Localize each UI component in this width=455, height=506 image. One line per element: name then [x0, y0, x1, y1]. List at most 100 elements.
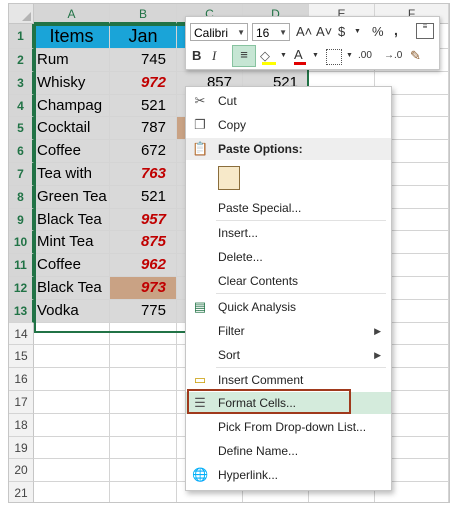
chevron-down-icon[interactable]: ▼: [280, 47, 287, 65]
cell-b10[interactable]: 875: [110, 231, 177, 255]
column-header-b[interactable]: B: [110, 4, 177, 24]
cell-a19[interactable]: [34, 436, 110, 460]
cell-a3[interactable]: Whisky: [34, 71, 110, 95]
cell-b4[interactable]: 521: [110, 94, 177, 118]
row-header-13[interactable]: 13: [9, 299, 34, 323]
row-header-12[interactable]: 12: [9, 277, 34, 300]
cell-a6[interactable]: Coffee: [34, 140, 110, 163]
cell-a14[interactable]: [34, 322, 110, 346]
cell-a5[interactable]: Cocktail: [34, 117, 110, 141]
cell-b16[interactable]: [110, 368, 177, 391]
cell-a17[interactable]: [34, 391, 110, 414]
cell-b5[interactable]: 787: [110, 117, 177, 141]
menu-item-pick-from-list[interactable]: Pick From Drop-down List...: [186, 416, 391, 438]
bold-button[interactable]: B: [192, 47, 201, 65]
menu-item-insert[interactable]: Insert...: [186, 222, 391, 244]
chevron-down-icon[interactable]: ▼: [354, 23, 361, 41]
cell-b20[interactable]: [110, 459, 177, 483]
row-header-7[interactable]: 7: [9, 163, 34, 186]
font-size-box[interactable]: 16 ▼: [252, 23, 290, 41]
menu-item-quick-analysis[interactable]: ▤ Quick Analysis: [186, 296, 391, 318]
cell-b13[interactable]: 775: [110, 299, 177, 323]
row-header-11[interactable]: 11: [9, 254, 34, 277]
increase-decimal-icon[interactable]: .00: [358, 47, 372, 65]
currency-button[interactable]: $: [338, 23, 345, 41]
row-header-18[interactable]: 18: [9, 413, 34, 437]
italic-button[interactable]: I: [212, 47, 216, 65]
cell-b8[interactable]: 521: [110, 185, 177, 209]
decrease-font-icon[interactable]: A˅: [316, 23, 332, 41]
row-header-3[interactable]: 3: [9, 71, 34, 95]
align-center-icon[interactable]: ≡: [232, 45, 256, 67]
row-header-20[interactable]: 20: [9, 459, 34, 483]
cell-b1[interactable]: Jan: [110, 24, 177, 49]
cell-a1[interactable]: Items: [34, 24, 110, 49]
row-header-16[interactable]: 16: [9, 368, 34, 391]
menu-item-filter[interactable]: Filter ▶: [186, 320, 391, 342]
row-header-8[interactable]: 8: [9, 185, 34, 209]
cell-b3[interactable]: 972: [110, 71, 177, 95]
row-header-19[interactable]: 19: [9, 436, 34, 460]
row-header-14[interactable]: 14: [9, 322, 34, 346]
decrease-decimal-icon[interactable]: →.0: [384, 47, 402, 65]
cell-a18[interactable]: [34, 413, 110, 437]
row-header-2[interactable]: 2: [9, 49, 34, 72]
menu-item-cut[interactable]: ✂ Cut: [186, 90, 391, 112]
row-header-9[interactable]: 9: [9, 208, 34, 232]
cell-a7[interactable]: Tea with: [34, 163, 110, 186]
menu-item-copy[interactable]: ❐ Copy: [186, 114, 391, 136]
cell-a11[interactable]: Coffee: [34, 254, 110, 277]
cell-a12[interactable]: Black Tea: [34, 277, 110, 300]
row-header-6[interactable]: 6: [9, 140, 34, 163]
cell-b18[interactable]: [110, 413, 177, 437]
cell-a21[interactable]: [34, 482, 110, 502]
menu-item-hyperlink[interactable]: 🌐 Hyperlink...: [186, 464, 391, 486]
cell-b7[interactable]: 763: [110, 163, 177, 186]
column-header-a[interactable]: A: [34, 4, 110, 24]
cell-b17[interactable]: [110, 391, 177, 414]
menu-item-sort[interactable]: Sort ▶: [186, 344, 391, 366]
format-table-icon[interactable]: ≡: [416, 23, 434, 39]
percent-button[interactable]: %: [372, 23, 384, 41]
chevron-down-icon[interactable]: ▼: [346, 47, 353, 65]
cell-b15[interactable]: [110, 345, 177, 369]
menu-item-delete[interactable]: Delete...: [186, 246, 391, 268]
row-header-10[interactable]: 10: [9, 231, 34, 255]
row-header-17[interactable]: 17: [9, 391, 34, 414]
cell-a15[interactable]: [34, 345, 110, 369]
menu-item-paste-special[interactable]: Paste Special...: [186, 197, 391, 219]
cell-b9[interactable]: 957: [110, 208, 177, 232]
cell-a4[interactable]: Champag: [34, 94, 110, 118]
select-all-corner[interactable]: [9, 4, 34, 24]
row-header-15[interactable]: 15: [9, 345, 34, 369]
row-header-21[interactable]: 21: [9, 482, 34, 502]
menu-item-insert-comment[interactable]: ▭ Insert Comment: [186, 369, 391, 391]
borders-icon[interactable]: [326, 49, 342, 65]
format-painter-icon[interactable]: ✎: [410, 47, 421, 65]
cell-a2[interactable]: Rum: [34, 49, 110, 72]
increase-font-icon[interactable]: A˄: [296, 23, 312, 41]
font-name-box[interactable]: Calibri ▼: [190, 23, 248, 41]
menu-item-clear-contents[interactable]: Clear Contents: [186, 270, 391, 292]
paste-option-keep[interactable]: [186, 163, 391, 193]
cell-b12[interactable]: 973: [110, 277, 177, 300]
cell-b11[interactable]: 962: [110, 254, 177, 277]
row-header-1[interactable]: 1: [9, 24, 34, 49]
chevron-down-icon[interactable]: ▼: [312, 47, 319, 65]
menu-label: Define Name...: [218, 444, 299, 458]
cell-a13[interactable]: Vodka: [34, 299, 110, 323]
cell-b19[interactable]: [110, 436, 177, 460]
row-header-5[interactable]: 5: [9, 117, 34, 141]
cell-b2[interactable]: 745: [110, 49, 177, 72]
cell-b21[interactable]: [110, 482, 177, 502]
comma-button[interactable]: ,: [394, 21, 398, 39]
cell-b14[interactable]: [110, 322, 177, 346]
cell-a9[interactable]: Black Tea: [34, 208, 110, 232]
cell-a16[interactable]: [34, 368, 110, 391]
menu-item-define-name[interactable]: Define Name...: [186, 440, 391, 462]
cell-b6[interactable]: 672: [110, 140, 177, 163]
row-header-4[interactable]: 4: [9, 94, 34, 118]
cell-a8[interactable]: Green Tea: [34, 185, 110, 209]
cell-a20[interactable]: [34, 459, 110, 483]
cell-a10[interactable]: Mint Tea: [34, 231, 110, 255]
